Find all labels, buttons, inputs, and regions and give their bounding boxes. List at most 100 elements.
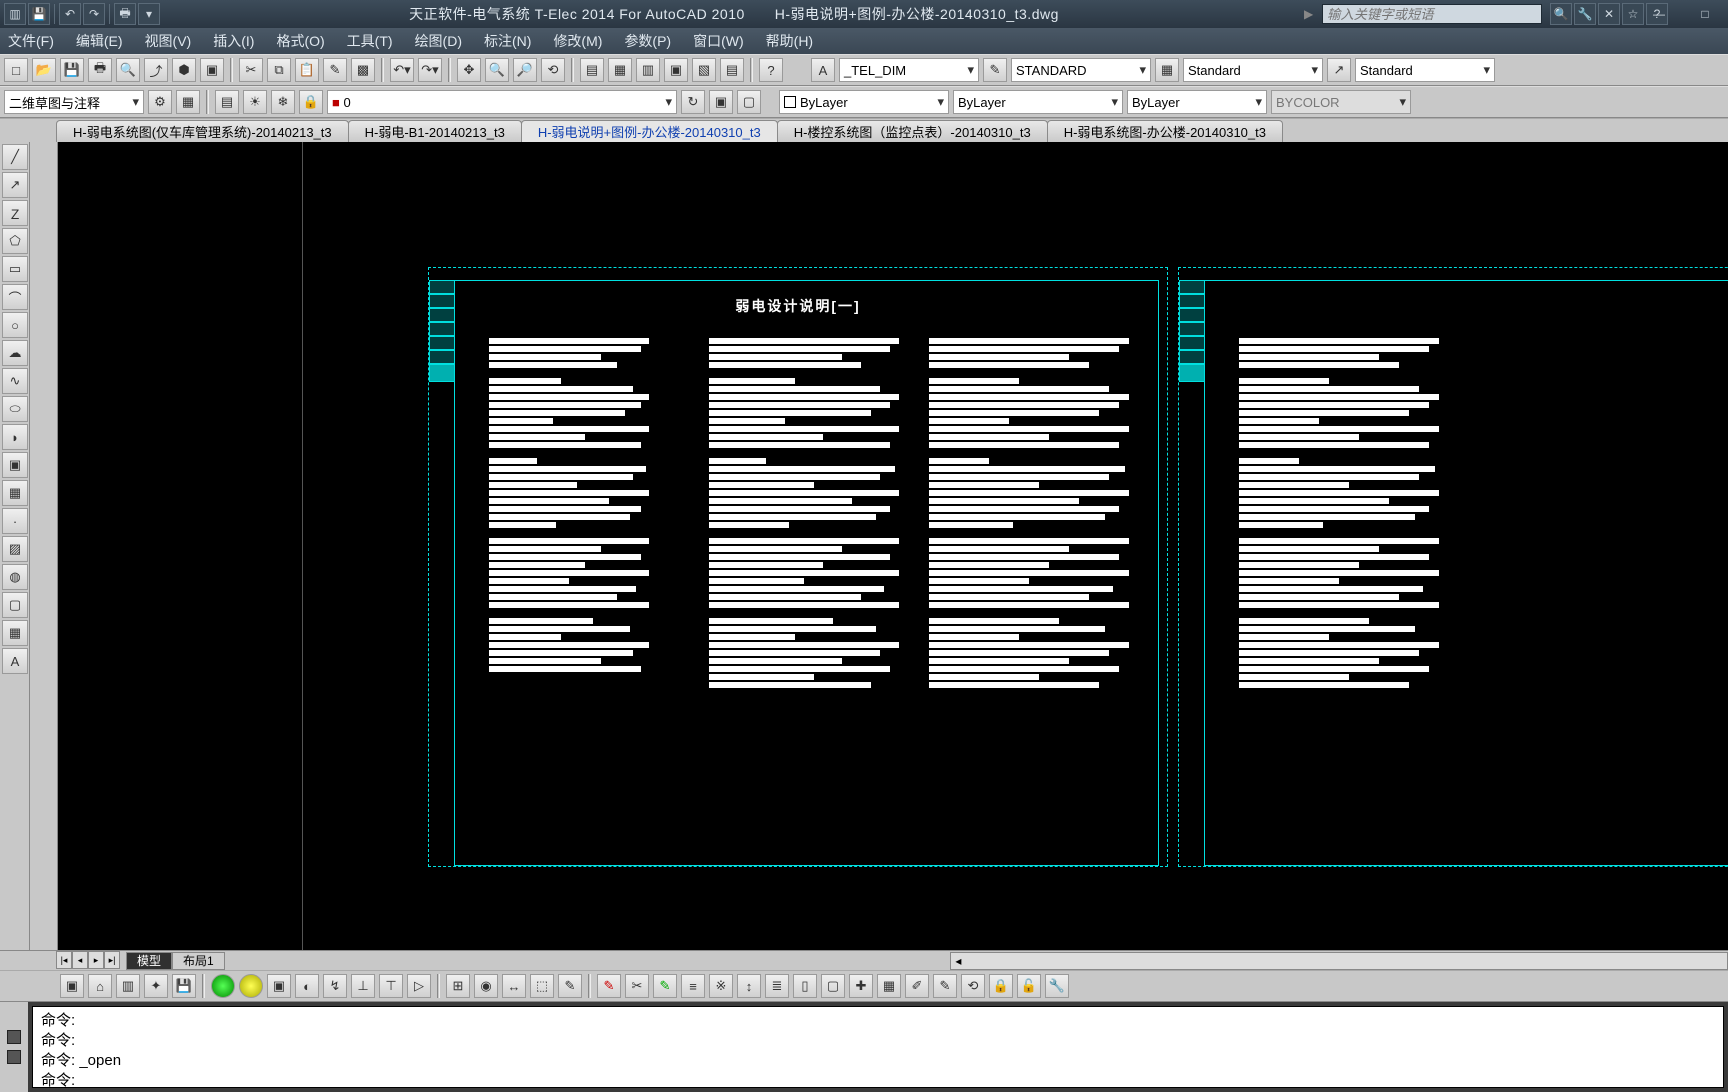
- tool-04-icon[interactable]: ✦: [144, 974, 168, 998]
- textstyle-icon[interactable]: ✎: [983, 58, 1007, 82]
- table-icon[interactable]: ▦: [2, 620, 28, 646]
- calc-icon[interactable]: ▤: [720, 58, 744, 82]
- tool-02-icon[interactable]: ⌂: [88, 974, 112, 998]
- help-search-input[interactable]: [1322, 4, 1542, 24]
- hatch-icon[interactable]: ▨: [2, 536, 28, 562]
- copy-icon[interactable]: ⧉: [267, 58, 291, 82]
- preview-icon[interactable]: 🔍: [116, 58, 140, 82]
- mleader-icon[interactable]: ↗: [1327, 58, 1351, 82]
- menu-param[interactable]: 参数(P): [624, 31, 671, 51]
- sheet-set-icon[interactable]: ▣: [664, 58, 688, 82]
- menu-dim[interactable]: 标注(N): [484, 31, 531, 51]
- drawing-canvas[interactable]: 弱电设计说明[一]: [58, 142, 1728, 950]
- doc-tab[interactable]: H-弱电系统图(仅车库管理系统)-20140213_t3: [56, 120, 349, 142]
- tool-01-icon[interactable]: ▣: [60, 974, 84, 998]
- mleader-combo[interactable]: Standard: [1355, 58, 1495, 82]
- tab-prev-icon[interactable]: ◂: [72, 951, 88, 969]
- tablestyle-icon[interactable]: ▦: [1155, 58, 1179, 82]
- yellow-circle-icon[interactable]: [239, 974, 263, 998]
- plot-icon[interactable]: 🖶: [88, 58, 112, 82]
- layer-prev-icon[interactable]: ↻: [681, 90, 705, 114]
- model-tab[interactable]: 模型: [126, 952, 172, 970]
- circle-icon[interactable]: ○: [2, 312, 28, 338]
- lweight-combo[interactable]: ByLayer: [1127, 90, 1267, 114]
- cut-icon[interactable]: ✂: [239, 58, 263, 82]
- layer-combo[interactable]: ■ 0: [327, 90, 677, 114]
- tool-11-icon[interactable]: ⊥: [351, 974, 375, 998]
- tab-first-icon[interactable]: |◂: [56, 951, 72, 969]
- print-icon[interactable]: 🖶: [114, 3, 136, 25]
- match-icon[interactable]: ✎: [323, 58, 347, 82]
- ws-switch-icon[interactable]: ▦: [176, 90, 200, 114]
- gradient-icon[interactable]: ◍: [2, 564, 28, 590]
- make-block-icon[interactable]: ▦: [2, 480, 28, 506]
- menu-window[interactable]: 窗口(W): [693, 31, 744, 51]
- sheet-icon[interactable]: ▣: [200, 58, 224, 82]
- tool-10-icon[interactable]: ↯: [323, 974, 347, 998]
- tool-20-icon[interactable]: ✂: [625, 974, 649, 998]
- tool-15-icon[interactable]: ◉: [474, 974, 498, 998]
- minimize-button[interactable]: —: [1636, 0, 1682, 28]
- redo-tb-icon[interactable]: ↷▾: [418, 58, 442, 82]
- doc-tab[interactable]: H-弱电-B1-20140213_t3: [348, 120, 522, 142]
- menu-tools[interactable]: 工具(T): [347, 31, 393, 51]
- zoom-prev-icon[interactable]: ⟲: [541, 58, 565, 82]
- layer-freeze-icon[interactable]: ❄: [271, 90, 295, 114]
- menu-format[interactable]: 格式(O): [276, 31, 324, 51]
- tool-19-icon[interactable]: ✎: [597, 974, 621, 998]
- tool-31-icon[interactable]: ✎: [933, 974, 957, 998]
- tool-28-icon[interactable]: ✚: [849, 974, 873, 998]
- menu-help[interactable]: 帮助(H): [766, 31, 813, 51]
- tool-09-icon[interactable]: ◐: [295, 974, 319, 998]
- rev-cloud-icon[interactable]: ☁: [2, 340, 28, 366]
- redo-icon[interactable]: ↷: [83, 3, 105, 25]
- tool-pal-icon[interactable]: ▥: [636, 58, 660, 82]
- undo-tb-icon[interactable]: ↶▾: [390, 58, 414, 82]
- tool-23-icon[interactable]: ※: [709, 974, 733, 998]
- layer-state-icon[interactable]: ☀: [243, 90, 267, 114]
- tool-13-icon[interactable]: ▷: [407, 974, 431, 998]
- insert-block-icon[interactable]: ▣: [2, 452, 28, 478]
- tool-26-icon[interactable]: ▯: [793, 974, 817, 998]
- qat-more-icon[interactable]: ▾: [138, 3, 160, 25]
- mtext-icon[interactable]: A: [2, 648, 28, 674]
- color-combo[interactable]: ByLayer: [779, 90, 949, 114]
- unlock-icon[interactable]: 🔓: [1017, 974, 1041, 998]
- menu-file[interactable]: 文件(F): [8, 31, 54, 51]
- layout1-tab[interactable]: 布局1: [172, 952, 225, 970]
- polygon-icon[interactable]: ⬠: [2, 228, 28, 254]
- ellipse-arc-icon[interactable]: ◗: [2, 424, 28, 450]
- open-file-icon[interactable]: 📂: [32, 58, 56, 82]
- props-icon[interactable]: ▤: [580, 58, 604, 82]
- dcenter-icon[interactable]: ▦: [608, 58, 632, 82]
- tool-12-icon[interactable]: ⊤: [379, 974, 403, 998]
- tool-17-icon[interactable]: ⬚: [530, 974, 554, 998]
- menu-view[interactable]: 视图(V): [145, 31, 192, 51]
- doc-tab[interactable]: H-弱电说明+图例-办公楼-20140310_t3: [521, 120, 778, 142]
- textstyle-combo[interactable]: STANDARD: [1011, 58, 1151, 82]
- layer-lock-icon[interactable]: 🔒: [299, 90, 323, 114]
- menu-modify[interactable]: 修改(M): [553, 31, 602, 51]
- save-file-icon[interactable]: 💾: [60, 58, 84, 82]
- point-icon[interactable]: ·: [2, 508, 28, 534]
- menu-edit[interactable]: 编辑(E): [76, 31, 123, 51]
- ws-settings-icon[interactable]: ⚙: [148, 90, 172, 114]
- zoom-win-icon[interactable]: 🔎: [513, 58, 537, 82]
- rect-icon[interactable]: ▭: [2, 256, 28, 282]
- spline-icon[interactable]: ∿: [2, 368, 28, 394]
- tool-08-icon[interactable]: ▣: [267, 974, 291, 998]
- menu-insert[interactable]: 插入(I): [213, 31, 254, 51]
- ellipse-icon[interactable]: ⬭: [2, 396, 28, 422]
- menu-draw[interactable]: 绘图(D): [415, 31, 462, 51]
- pan-icon[interactable]: ✥: [457, 58, 481, 82]
- region-icon[interactable]: ▢: [2, 592, 28, 618]
- help-tb-icon[interactable]: ?: [759, 58, 783, 82]
- dimstyle-combo[interactable]: _TEL_DIM: [839, 58, 979, 82]
- workspace-combo[interactable]: 二维草图与注释: [4, 90, 144, 114]
- tool-24-icon[interactable]: ↕: [737, 974, 761, 998]
- arc-icon[interactable]: ⌒: [2, 284, 28, 310]
- tool-22-icon[interactable]: ≡: [681, 974, 705, 998]
- tool-18-icon[interactable]: ✎: [558, 974, 582, 998]
- undo-icon[interactable]: ↶: [59, 3, 81, 25]
- tool-27-icon[interactable]: ▢: [821, 974, 845, 998]
